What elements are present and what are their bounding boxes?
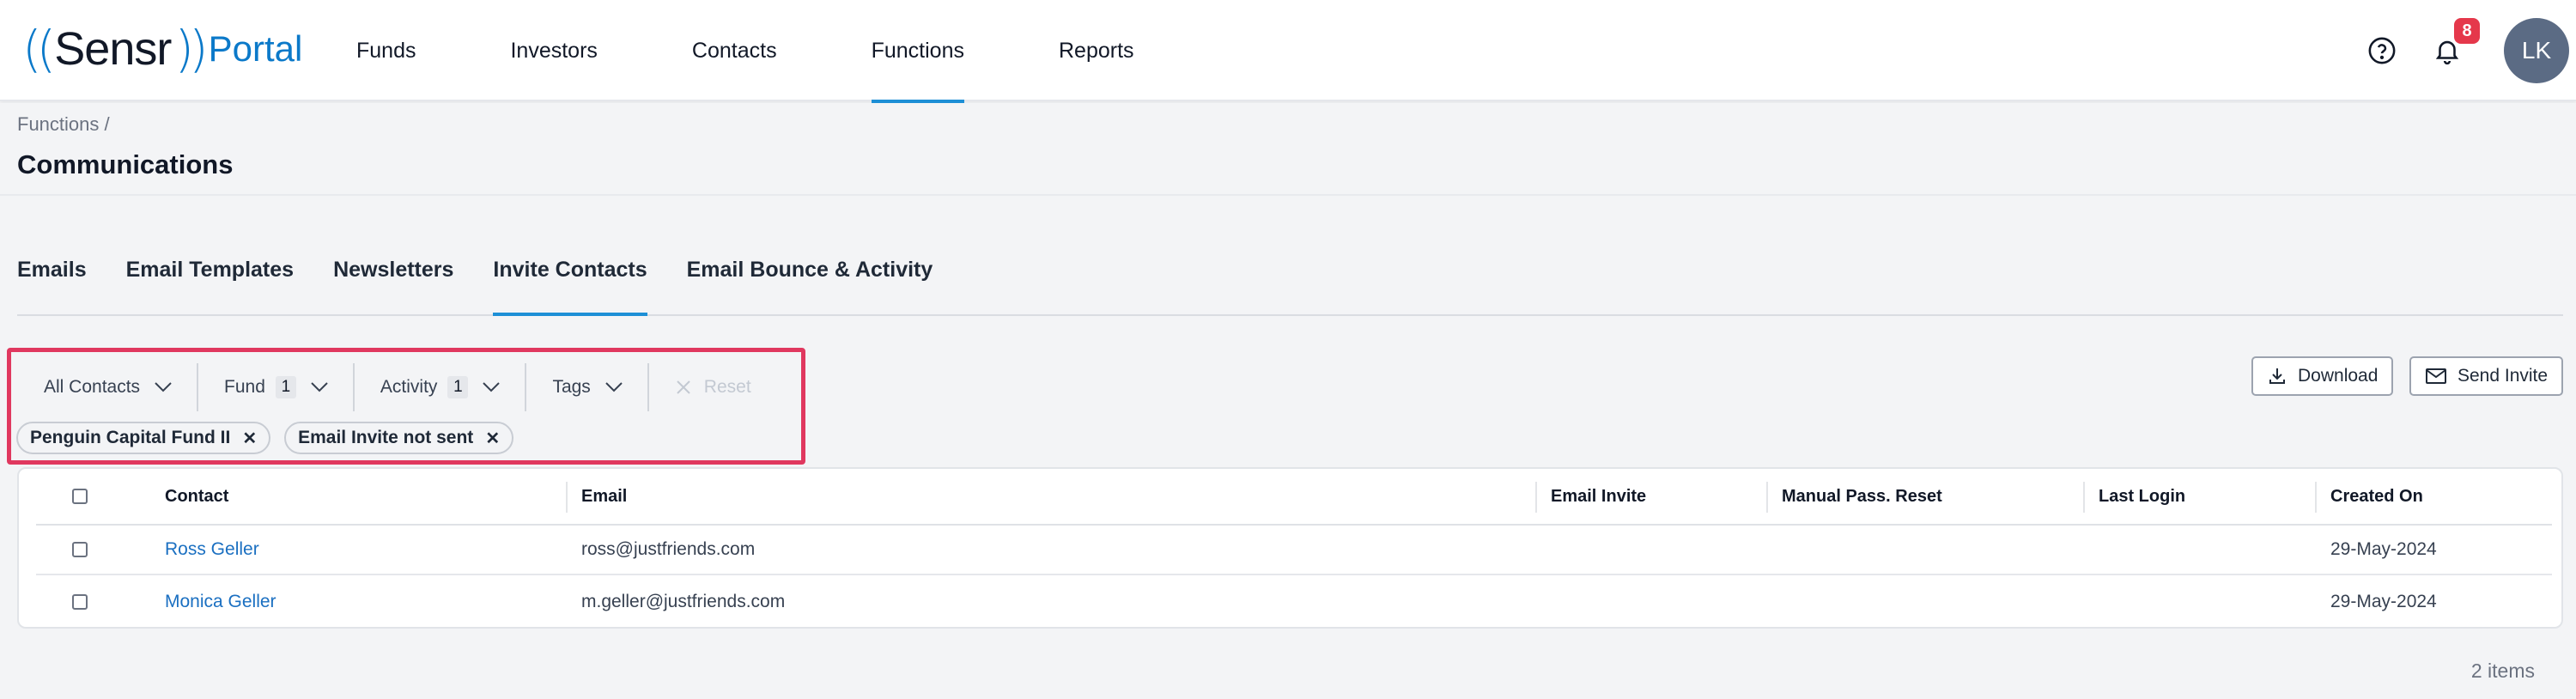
nav-item-investors[interactable]: Investors <box>463 0 644 101</box>
nav-item-contacts[interactable]: Contacts <box>645 0 824 101</box>
remove-chip-icon[interactable]: ✕ <box>485 428 500 449</box>
logo-signal-left: (( <box>22 20 56 78</box>
tab-emails[interactable]: Emails <box>17 258 87 314</box>
column-divider <box>1535 482 1537 513</box>
tab-label: Invite Contacts <box>493 258 647 282</box>
page-header: Functions / Communications <box>0 103 2576 196</box>
download-button[interactable]: Download <box>2251 356 2394 396</box>
breadcrumb[interactable]: Functions / <box>17 113 110 136</box>
activity-filter[interactable]: Activity 1 <box>355 363 527 411</box>
column-header-contact[interactable]: Contact <box>165 469 228 524</box>
filter-count-badge: 1 <box>447 376 469 398</box>
table-row: Ross Geller ross@justfriends.com 29-May-… <box>36 526 2552 575</box>
tab-label: Newsletters <box>333 258 454 282</box>
chevron-down-icon <box>310 381 329 393</box>
help-icon <box>2368 37 2396 64</box>
logo-portal: Portal <box>208 28 303 69</box>
download-icon <box>2269 368 2285 384</box>
nav-item-label: Investors <box>510 38 598 63</box>
chevron-down-icon <box>154 381 173 393</box>
top-nav: (( Sensr )) Portal Funds Investors Conta… <box>0 0 2576 103</box>
column-divider <box>566 482 568 513</box>
tab-email-bounce-activity[interactable]: Email Bounce & Activity <box>687 258 933 314</box>
filter-label: Tags <box>552 377 591 397</box>
row-checkbox-cell <box>72 577 88 627</box>
chevron-down-icon <box>605 381 623 393</box>
filter-chip-label: Penguin Capital Fund II <box>30 428 231 447</box>
send-invite-label: Send Invite <box>2458 366 2549 386</box>
email-cell: m.geller@justfriends.com <box>581 592 786 611</box>
filter-chip: Penguin Capital Fund II ✕ <box>16 422 271 454</box>
column-divider <box>2083 482 2085 513</box>
download-label: Download <box>2298 366 2379 386</box>
logo[interactable]: (( Sensr )) Portal <box>22 19 302 79</box>
remove-chip-icon[interactable]: ✕ <box>242 428 257 449</box>
email-cell: ross@justfriends.com <box>581 539 756 559</box>
filter-bar: All Contacts Fund 1 Activity 1 Tags Rese… <box>18 361 775 414</box>
column-header-email[interactable]: Email <box>581 469 627 524</box>
filter-label: All Contacts <box>44 377 141 397</box>
nav-item-label: Functions <box>871 38 964 63</box>
tab-label: Email Bounce & Activity <box>686 258 933 282</box>
filter-count-badge: 1 <box>275 376 296 398</box>
row-checkbox-cell <box>72 526 88 574</box>
mail-icon <box>2426 368 2446 384</box>
send-invite-button[interactable]: Send Invite <box>2409 356 2564 396</box>
nav-item-label: Funds <box>356 38 416 63</box>
tab-invite-contacts[interactable]: Invite Contacts <box>493 258 647 316</box>
contact-link[interactable]: Ross Geller <box>165 526 259 574</box>
nav-icons: 8 LK <box>2365 0 2576 101</box>
close-icon <box>675 379 692 396</box>
chevron-down-icon <box>482 381 501 393</box>
notifications-button[interactable]: 8 <box>2430 18 2480 68</box>
logo-signal-right: )) <box>174 20 208 78</box>
contact-link[interactable]: Monica Geller <box>165 577 276 627</box>
contacts-table: Contact Email Email Invite Manual Pass. … <box>17 467 2563 629</box>
created-on-cell: 29-May-2024 <box>2330 539 2437 559</box>
created-on-cell: 29-May-2024 <box>2330 592 2437 611</box>
column-header-email-invite[interactable]: Email Invite <box>1551 469 1646 524</box>
tab-label: Emails <box>17 258 87 282</box>
nav-item-reports[interactable]: Reports <box>1012 0 1182 101</box>
notification-badge: 8 <box>2454 18 2480 44</box>
nav-item-label: Reports <box>1058 38 1134 63</box>
avatar[interactable]: LK <box>2504 18 2569 83</box>
active-filter-chips: Penguin Capital Fund II ✕ Email Invite n… <box>16 422 527 454</box>
fund-filter[interactable]: Fund 1 <box>198 363 355 411</box>
filter-label: Activity <box>380 377 438 397</box>
reset-label: Reset <box>703 377 751 397</box>
page-title: Communications <box>17 149 234 179</box>
logo-brand: Sensr <box>54 23 172 75</box>
row-checkbox[interactable] <box>72 594 88 610</box>
column-header-manual-pass-reset[interactable]: Manual Pass. Reset <box>1782 469 1942 524</box>
tab-email-templates[interactable]: Email Templates <box>126 258 294 314</box>
item-count: 2 items <box>2470 659 2535 682</box>
column-header-created-on[interactable]: Created On <box>2330 469 2423 524</box>
filter-label: Fund <box>224 377 265 397</box>
row-checkbox[interactable] <box>72 542 88 557</box>
column-divider <box>2315 482 2317 513</box>
filter-chip: Email Invite not sent ✕ <box>284 422 514 454</box>
nav-item-label: Contacts <box>691 38 777 63</box>
filter-panel: All Contacts Fund 1 Activity 1 Tags Rese… <box>7 348 805 465</box>
main-nav: Funds Investors Contacts Functions Repor… <box>309 0 1182 103</box>
nav-item-funds[interactable]: Funds <box>309 0 463 101</box>
table-header: Contact Email Email Invite Manual Pass. … <box>36 469 2552 526</box>
tab-label: Email Templates <box>125 258 295 282</box>
filter-chip-label: Email Invite not sent <box>298 428 474 447</box>
select-all-checkbox-cell <box>72 469 88 524</box>
all-contacts-filter[interactable]: All Contacts <box>18 363 199 411</box>
table-row: Monica Geller m.geller@justfriends.com 2… <box>36 577 2552 627</box>
select-all-checkbox[interactable] <box>72 489 88 504</box>
tab-newsletters[interactable]: Newsletters <box>333 258 453 314</box>
nav-item-functions[interactable]: Functions <box>824 0 1012 103</box>
tab-bar: Emails Email Templates Newsletters Invit… <box>17 258 2563 316</box>
reset-filters-button[interactable]: Reset <box>649 363 775 411</box>
column-header-last-login[interactable]: Last Login <box>2099 469 2185 524</box>
column-divider <box>1766 482 1768 513</box>
tags-filter[interactable]: Tags <box>526 363 649 411</box>
help-button[interactable] <box>2365 33 2399 68</box>
